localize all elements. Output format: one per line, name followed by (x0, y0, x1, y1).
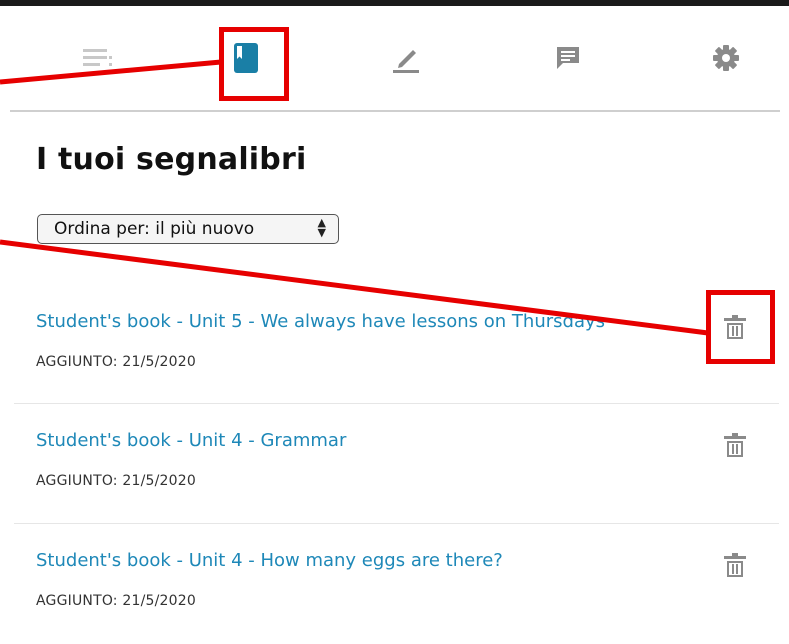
bookmark-item: Student's book - Unit 5 - We always have… (14, 283, 779, 403)
bookmark-date: AGGIUNTO: 21/5/2020 (36, 593, 196, 609)
trash-icon (724, 553, 746, 577)
bookmark-link[interactable]: Student's book - Unit 4 - How many eggs … (36, 550, 503, 571)
delete-bookmark-button[interactable] (722, 432, 748, 460)
annotation-box-delete (706, 290, 775, 364)
bookmark-link[interactable]: Student's book - Unit 5 - We always have… (36, 311, 605, 332)
annotate-button[interactable] (382, 34, 430, 82)
bookmark-item: Student's book - Unit 4 - Grammar AGGIUN… (14, 403, 779, 524)
bookmark-date: AGGIUNTO: 21/5/2020 (36, 354, 196, 370)
toolbar-divider (10, 110, 780, 112)
updown-arrows-icon: ▲ ▼ (317, 216, 326, 239)
settings-button[interactable] (702, 34, 750, 82)
annotation-box-bookmark (219, 27, 289, 101)
bookmark-date: AGGIUNTO: 21/5/2020 (36, 473, 196, 489)
table-of-contents-icon (83, 49, 112, 66)
sort-dropdown-label: Ordina per: il più nuovo (54, 219, 255, 239)
notes-button[interactable] (544, 34, 592, 82)
page-title: I tuoi segnalibri (36, 142, 307, 177)
trash-icon (724, 433, 746, 457)
sort-dropdown[interactable]: Ordina per: il più nuovo ▲ ▼ (37, 214, 339, 244)
bookmark-link[interactable]: Student's book - Unit 4 - Grammar (36, 430, 346, 451)
table-of-contents-button[interactable] (74, 34, 122, 82)
note-icon (557, 47, 579, 69)
gear-icon (713, 45, 739, 71)
pen-icon (393, 50, 419, 73)
toolbar (0, 6, 789, 108)
delete-bookmark-button[interactable] (722, 552, 748, 580)
bookmark-item: Student's book - Unit 4 - How many eggs … (14, 523, 779, 644)
